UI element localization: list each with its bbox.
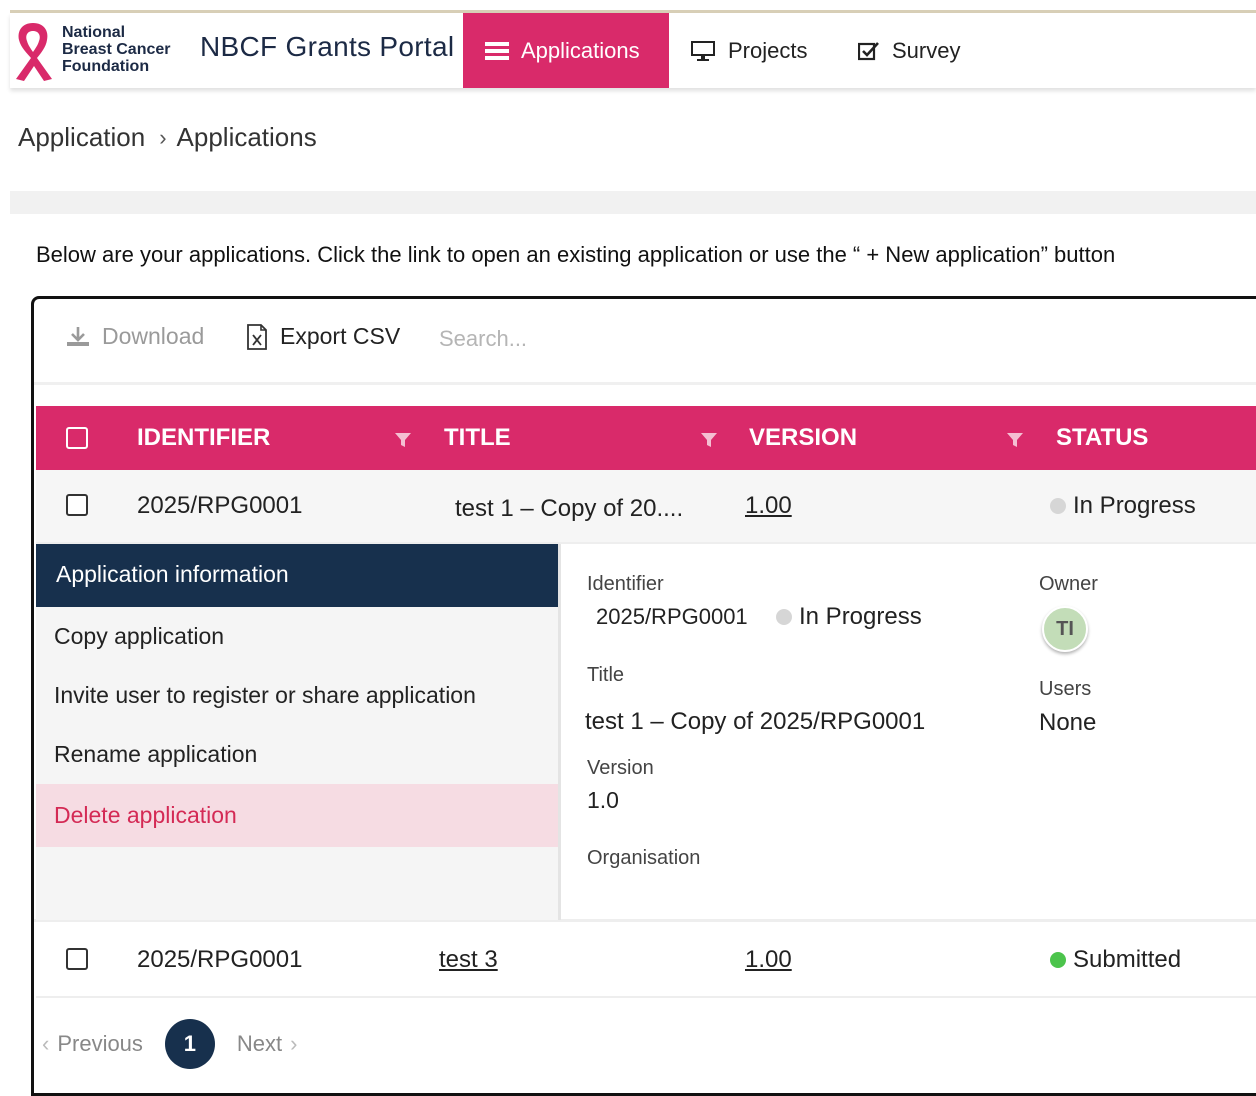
download-label: Download xyxy=(102,323,205,349)
chevron-right-icon: › xyxy=(159,124,167,150)
filter-icon[interactable] xyxy=(700,431,718,449)
breadcrumb-root[interactable]: Application xyxy=(18,122,145,153)
owner-avatar[interactable]: TI xyxy=(1042,606,1088,652)
grid-toolbar: Download Export CSV xyxy=(34,299,1256,385)
chevron-left-icon: ‹ xyxy=(42,1031,50,1056)
organisation-label: Organisation xyxy=(587,847,701,869)
chevron-right-icon: › xyxy=(290,1031,298,1056)
status-label: In Progress xyxy=(799,603,922,630)
download-icon xyxy=(67,326,89,346)
users-value: None xyxy=(1039,709,1097,736)
row-version-link[interactable]: 1.00 xyxy=(745,946,792,974)
menu-item-application-information[interactable]: Application information xyxy=(36,544,558,607)
portal-title: NBCF Grants Portal xyxy=(200,31,455,62)
menu-item-rename-application[interactable]: Rename application xyxy=(36,725,558,784)
filter-icon[interactable] xyxy=(1006,431,1024,449)
version-value: 1.0 xyxy=(587,787,619,813)
page-1-button[interactable]: 1 xyxy=(164,1019,215,1069)
logo-wordmark[interactable]: National Breast Cancer Foundation xyxy=(62,24,171,75)
menu-item-delete-application[interactable]: Delete application xyxy=(36,784,558,847)
breadcrumb: Application › Applications xyxy=(18,122,317,153)
status-dot-icon xyxy=(1050,498,1066,514)
nav-tab-survey[interactable]: Survey xyxy=(858,13,960,88)
application-detail-panel: Application information Copy application… xyxy=(34,544,1256,922)
search-input[interactable] xyxy=(439,323,639,355)
status-badge: In Progress xyxy=(1050,492,1196,520)
application-actions-menu: Application information Copy application… xyxy=(36,544,561,920)
column-header-identifier[interactable]: IDENTIFIER xyxy=(137,424,270,452)
version-label: Version xyxy=(587,757,654,779)
logo-line: National xyxy=(62,24,126,41)
users-label: Users xyxy=(1039,678,1092,700)
table-row[interactable]: 2025/RPG0001 test 3 1.00 Submitted xyxy=(36,924,1256,998)
title-label: Title xyxy=(587,664,625,686)
identifier-label: Identifier xyxy=(587,573,664,595)
menu-item-invite-user[interactable]: Invite user to register or share applica… xyxy=(36,666,558,725)
breadcrumb-current: Applications xyxy=(176,122,317,152)
column-header-version[interactable]: VERSION xyxy=(749,424,857,452)
select-all-checkbox[interactable] xyxy=(66,427,88,449)
section-divider xyxy=(10,191,1256,214)
pink-ribbon-icon[interactable] xyxy=(10,19,56,83)
logo-line: Breast Cancer xyxy=(62,41,171,58)
table-row[interactable]: 2025/RPG0001 test 1 – Copy of 20.... 1.0… xyxy=(36,470,1256,544)
menu-item-copy-application[interactable]: Copy application xyxy=(36,607,558,666)
previous-page-button[interactable]: Previous xyxy=(57,1031,143,1057)
status-label: In Progress xyxy=(1073,492,1196,519)
status-badge: Submitted xyxy=(1050,946,1181,974)
top-navigation-bar: National Breast Cancer Foundation NBCF G… xyxy=(10,13,1256,88)
table-header: IDENTIFIER TITLE VERSION STATUS xyxy=(36,406,1256,470)
row-title-link[interactable]: test 3 xyxy=(439,946,498,974)
nav-tab-applications[interactable]: Applications xyxy=(463,13,669,88)
pagination: ‹ Previous 1 Next › xyxy=(34,1019,298,1069)
status-dot-icon xyxy=(776,609,792,625)
column-header-status[interactable]: STATUS xyxy=(1056,424,1148,452)
row-version-link[interactable]: 1.00 xyxy=(745,492,792,520)
filter-icon[interactable] xyxy=(394,431,412,449)
applications-grid: Download Export CSV IDENTIFIER TITLE VER… xyxy=(31,296,1256,1096)
next-page-button[interactable]: Next xyxy=(237,1031,282,1057)
nav-tab-projects[interactable]: Projects xyxy=(690,13,807,88)
excel-file-icon xyxy=(247,323,267,350)
intro-text: Below are your applications. Click the l… xyxy=(36,242,1116,267)
download-button[interactable]: Download xyxy=(66,323,204,350)
owner-label: Owner xyxy=(1039,573,1098,595)
export-csv-label: Export CSV xyxy=(280,323,401,349)
export-csv-button[interactable]: Export CSV xyxy=(246,323,400,350)
checkbox-checked-icon xyxy=(858,41,879,60)
row-identifier: 2025/RPG0001 xyxy=(137,492,303,519)
nav-label: Survey xyxy=(892,37,961,63)
row-title[interactable]: test 1 – Copy of 20.... xyxy=(455,495,683,523)
monitor-icon xyxy=(691,40,715,61)
status-label: Submitted xyxy=(1073,946,1182,973)
row-checkbox[interactable] xyxy=(66,948,88,970)
title-value: test 1 – Copy of 2025/RPG0001 xyxy=(585,708,926,735)
column-header-title[interactable]: TITLE xyxy=(444,424,511,452)
row-identifier: 2025/RPG0001 xyxy=(137,946,303,973)
detail-status-badge: In Progress xyxy=(776,603,922,631)
nav-label: Applications xyxy=(521,37,640,63)
identifier-value: 2025/RPG0001 xyxy=(596,604,748,629)
list-icon xyxy=(485,41,509,60)
nav-label: Projects xyxy=(728,37,808,63)
logo-line: Foundation xyxy=(62,58,150,75)
row-checkbox[interactable] xyxy=(66,494,88,516)
status-dot-icon xyxy=(1050,952,1066,968)
